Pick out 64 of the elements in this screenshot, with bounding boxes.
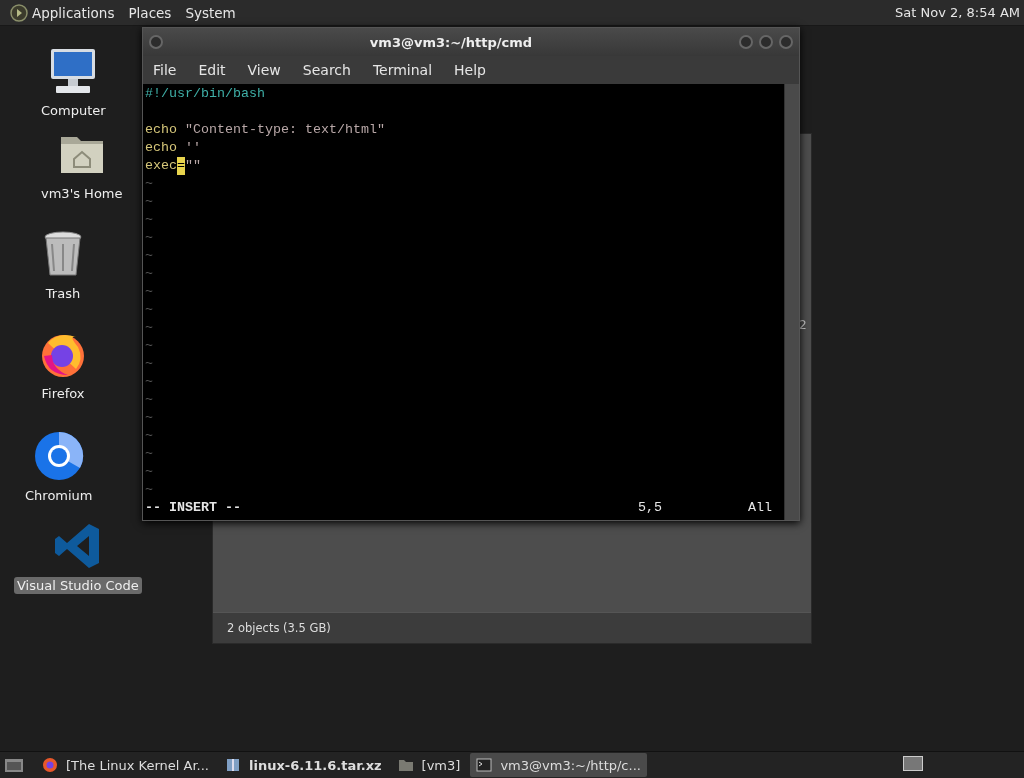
panel-menu[interactable]: Applications — [32, 4, 115, 21]
chromium-icon[interactable] — [33, 431, 84, 481]
code-text: "" — [185, 157, 201, 175]
desktop-icon-label[interactable]: Computer — [38, 102, 109, 119]
maximize-button[interactable] — [759, 35, 773, 49]
empty-line-marker: ~ — [145, 391, 153, 409]
empty-line-marker: ~ — [145, 175, 153, 193]
empty-line-marker: ~ — [145, 373, 153, 391]
file-manager-text: 2 — [799, 318, 807, 332]
terminal-icon — [476, 757, 493, 773]
panel-menu[interactable]: Places — [128, 4, 172, 21]
empty-line-marker: ~ — [145, 337, 153, 355]
fox-globe-icon — [42, 757, 58, 773]
empty-line-marker: ~ — [145, 247, 153, 265]
empty-line-marker: ~ — [145, 229, 153, 247]
empty-line-marker: ~ — [145, 283, 153, 301]
close-button[interactable] — [779, 35, 793, 49]
show-desktop-icon[interactable] — [4, 757, 24, 773]
code-text: echo — [145, 139, 177, 157]
empty-line-marker: ~ — [145, 193, 153, 211]
status-text: 2 objects (3.5 GB) — [227, 621, 331, 635]
code-text: #!/usr/bin/bash — [145, 85, 265, 103]
menu-item[interactable]: Terminal — [372, 62, 433, 78]
archive-icon — [224, 757, 241, 773]
text-cursor: = — [177, 157, 185, 175]
minimize-button[interactable] — [739, 35, 753, 49]
folder-icon — [397, 757, 414, 773]
menu-item[interactable]: Help — [454, 62, 486, 78]
empty-line-marker: ~ — [145, 355, 153, 373]
code-text: "Content-type: text/html" — [184, 121, 385, 139]
menu-item[interactable]: View — [247, 62, 281, 78]
code-text: exec — [145, 157, 177, 175]
panel-menu[interactable]: System — [185, 4, 236, 21]
desktop-icon-label[interactable]: Trash — [42, 285, 84, 302]
menu-item[interactable]: File — [153, 62, 177, 78]
empty-line-marker: ~ — [145, 265, 153, 283]
empty-line-marker: ~ — [145, 319, 153, 337]
code-text: '' — [184, 139, 201, 157]
menu-item[interactable]: Edit — [198, 62, 226, 78]
empty-line-marker: ~ — [145, 409, 153, 427]
taskbar-button[interactable]: linux-6.11.6.tar.xz — [218, 753, 388, 777]
vim-mode: -- INSERT -- — [145, 499, 241, 517]
taskbar-button[interactable]: [vm3] — [391, 753, 467, 777]
menu-item[interactable]: Search — [302, 62, 351, 78]
desktop-icon-label[interactable]: Visual Studio Code — [14, 577, 142, 594]
empty-line-marker: ~ — [145, 301, 153, 319]
empty-line-marker: ~ — [145, 463, 153, 481]
cursor-position: 5,5 — [638, 499, 662, 517]
window-title: vm3@vm3:~/http/cmd — [368, 34, 534, 50]
code-text: echo — [145, 121, 177, 139]
desktop-icon-label[interactable]: Firefox — [38, 385, 88, 402]
window-menu-button[interactable] — [149, 35, 163, 49]
taskbar-button[interactable]: [The Linux Kernel Ar... — [36, 753, 215, 777]
empty-line-marker: ~ — [145, 427, 153, 445]
empty-line-marker: ~ — [145, 211, 153, 229]
empty-line-marker: ~ — [145, 481, 153, 499]
clock[interactable]: Sat Nov 2, 8:54 AM — [895, 5, 1020, 20]
scrollbar[interactable] — [784, 84, 799, 520]
empty-line-marker: ~ — [145, 445, 153, 463]
logo-icon[interactable] — [10, 3, 28, 22]
desktop-icon-label[interactable]: Chromium — [22, 487, 96, 504]
scroll-position: All — [747, 499, 773, 517]
taskbar-button[interactable]: vm3@vm3:~/http/c... — [470, 753, 647, 777]
desktop-icon-label[interactable]: vm3's Home — [38, 185, 126, 202]
